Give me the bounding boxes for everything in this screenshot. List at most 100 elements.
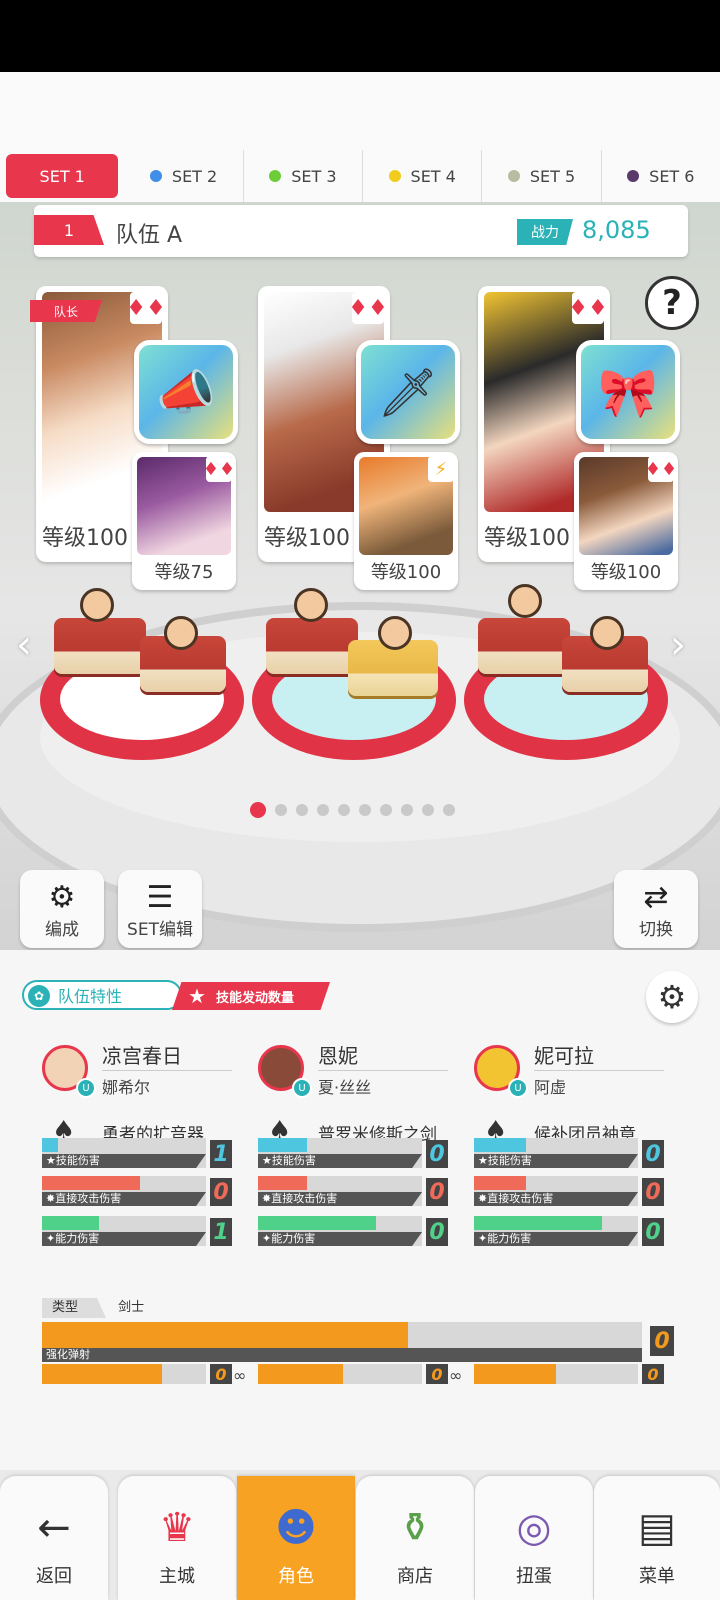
stat-value: 1 [210, 1140, 232, 1168]
enhance-label: 强化弹射 [42, 1348, 642, 1362]
member-name: 凉宫春日 [102, 1044, 182, 1068]
support-card[interactable]: ⚡ 等级100 [354, 452, 458, 590]
stat-fill [258, 1138, 308, 1152]
formation-button[interactable]: ⚙ 编成 [20, 870, 104, 948]
stat-label: ✸直接攻击伤害 [258, 1192, 422, 1206]
link-icon: ∞ [449, 1366, 463, 1385]
tab-set-1[interactable]: SET 1 [6, 154, 119, 198]
page-dot[interactable] [338, 804, 350, 816]
u-badge-icon: U [292, 1078, 312, 1098]
chibi-sprite[interactable] [378, 616, 412, 650]
stat-bar: ★技能伤害 0 [474, 1138, 664, 1168]
stat-value: 1 [210, 1218, 232, 1246]
team-bar[interactable]: 1 队伍 A 战力 8,085 [34, 205, 688, 257]
page-dot[interactable] [317, 804, 329, 816]
nav-menu[interactable]: ▤ 菜单 [594, 1476, 720, 1600]
team-name: 队伍 A [116, 223, 183, 248]
team-power: 8,085 [582, 216, 651, 244]
mini-bar-fill [258, 1364, 344, 1384]
swap-icon: ⇄ [643, 880, 669, 915]
skill-count-label: 技能发动数量 [216, 990, 295, 1006]
tab-label: SET 6 [649, 166, 695, 186]
nav-shop[interactable]: ⚱ 商店 [356, 1476, 474, 1600]
stat-label: ✸直接攻击伤害 [474, 1192, 638, 1206]
megaphone-icon[interactable]: 📣 [134, 340, 238, 444]
formation-label: 编成 [45, 920, 79, 940]
tab-set-6[interactable]: SET 6 [602, 150, 720, 202]
tab-set-5[interactable]: SET 5 [482, 150, 602, 202]
help-button[interactable]: ? [645, 276, 699, 330]
suit-icon: ♦♦ [348, 292, 388, 324]
type-value: 剑士 [118, 1300, 145, 1315]
chibi-sprite[interactable] [80, 588, 114, 622]
mini-bar-value: 0 [642, 1364, 664, 1384]
page-dot[interactable] [296, 804, 308, 816]
support-level: 等级100 [370, 562, 442, 583]
set-edit-button[interactable]: ☰ SET编辑 [118, 870, 202, 948]
team-feature-label: 队伍特性 [58, 987, 123, 1006]
prev-arrow[interactable]: ‹ [16, 622, 32, 668]
page-dot[interactable] [422, 804, 434, 816]
tab-label: SET 1 [39, 166, 85, 186]
character-level: 等级100 [42, 526, 128, 551]
stat-bar: ✸直接攻击伤害 0 [258, 1176, 448, 1206]
sword-icon[interactable]: 🗡 [356, 340, 460, 444]
switch-button[interactable]: ⇄ 切换 [614, 870, 698, 948]
stat-fill [474, 1216, 602, 1230]
page-dot[interactable] [401, 804, 413, 816]
armband-icon[interactable]: 🎀 [576, 340, 680, 444]
mini-bar-value: 0 [426, 1364, 448, 1384]
dot-icon [627, 170, 640, 182]
page-dot[interactable] [443, 804, 455, 816]
page-dot[interactable] [250, 802, 266, 818]
stat-bar: ★技能伤害 0 [258, 1138, 448, 1168]
set-edit-label: SET编辑 [127, 920, 193, 940]
mini-bar: 0 [474, 1364, 664, 1384]
stat-fill [42, 1216, 100, 1230]
next-arrow[interactable]: › [670, 622, 686, 668]
status-bar [0, 0, 720, 72]
star-icon: ★ [188, 984, 206, 1008]
tab-label: SET 5 [529, 166, 576, 186]
mini-bar-fill [42, 1364, 162, 1384]
tab-set-4[interactable]: SET 4 [363, 150, 483, 202]
settings-gear-button[interactable]: ⚙ [646, 971, 698, 1023]
chibi-sprite[interactable] [508, 584, 542, 618]
stat-value: 0 [642, 1140, 664, 1168]
stat-label: ✦能力伤害 [258, 1232, 422, 1246]
chibi-sprite[interactable] [164, 616, 198, 650]
dot-icon [388, 170, 401, 182]
person-gear-icon: ⚙ [48, 880, 76, 915]
nav-character[interactable]: ☻ 角色 [237, 1476, 355, 1600]
page-dot[interactable] [275, 804, 287, 816]
stat-bar: ✦能力伤害 1 [42, 1216, 232, 1246]
cake-block [54, 618, 146, 674]
tab-set-2[interactable]: SET 2 [124, 150, 244, 202]
mini-bar: 0 [258, 1364, 448, 1384]
list-icon: ☰ [146, 880, 174, 915]
nav-label: 主城 [159, 1566, 195, 1587]
top-spacer [0, 72, 720, 150]
support-card[interactable]: ♦♦ 等级100 [574, 452, 678, 590]
chibi-sprite[interactable] [294, 588, 328, 622]
stat-bar: ✦能力伤害 0 [474, 1216, 664, 1246]
nav-castle[interactable]: ♛ 主城 [118, 1476, 236, 1600]
team-feature-tab[interactable]: ✿ 队伍特性 [22, 980, 182, 1010]
tab-set-3[interactable]: SET 3 [244, 150, 364, 202]
skill-count-tab[interactable]: ★ 技能发动数量 [172, 982, 330, 1010]
nav-gacha[interactable]: ◎ 扭蛋 [475, 1476, 593, 1600]
dot-icon [149, 170, 162, 182]
page-dot[interactable] [380, 804, 392, 816]
support-level: 等级100 [590, 562, 662, 583]
stat-value: 0 [426, 1218, 448, 1246]
support-card[interactable]: ♦♦ 等级75 [132, 452, 236, 590]
divider [102, 1070, 232, 1071]
nav-label: 返回 [36, 1566, 72, 1587]
suit-icon: ♦♦ [645, 456, 677, 482]
chibi-sprite[interactable] [590, 616, 624, 650]
menu-list-icon: ▤ [638, 1505, 676, 1551]
nav-back[interactable]: ← 返回 [0, 1476, 108, 1600]
stat-fill [42, 1138, 59, 1152]
page-dot[interactable] [359, 804, 371, 816]
link-icon: ∞ [233, 1366, 247, 1385]
